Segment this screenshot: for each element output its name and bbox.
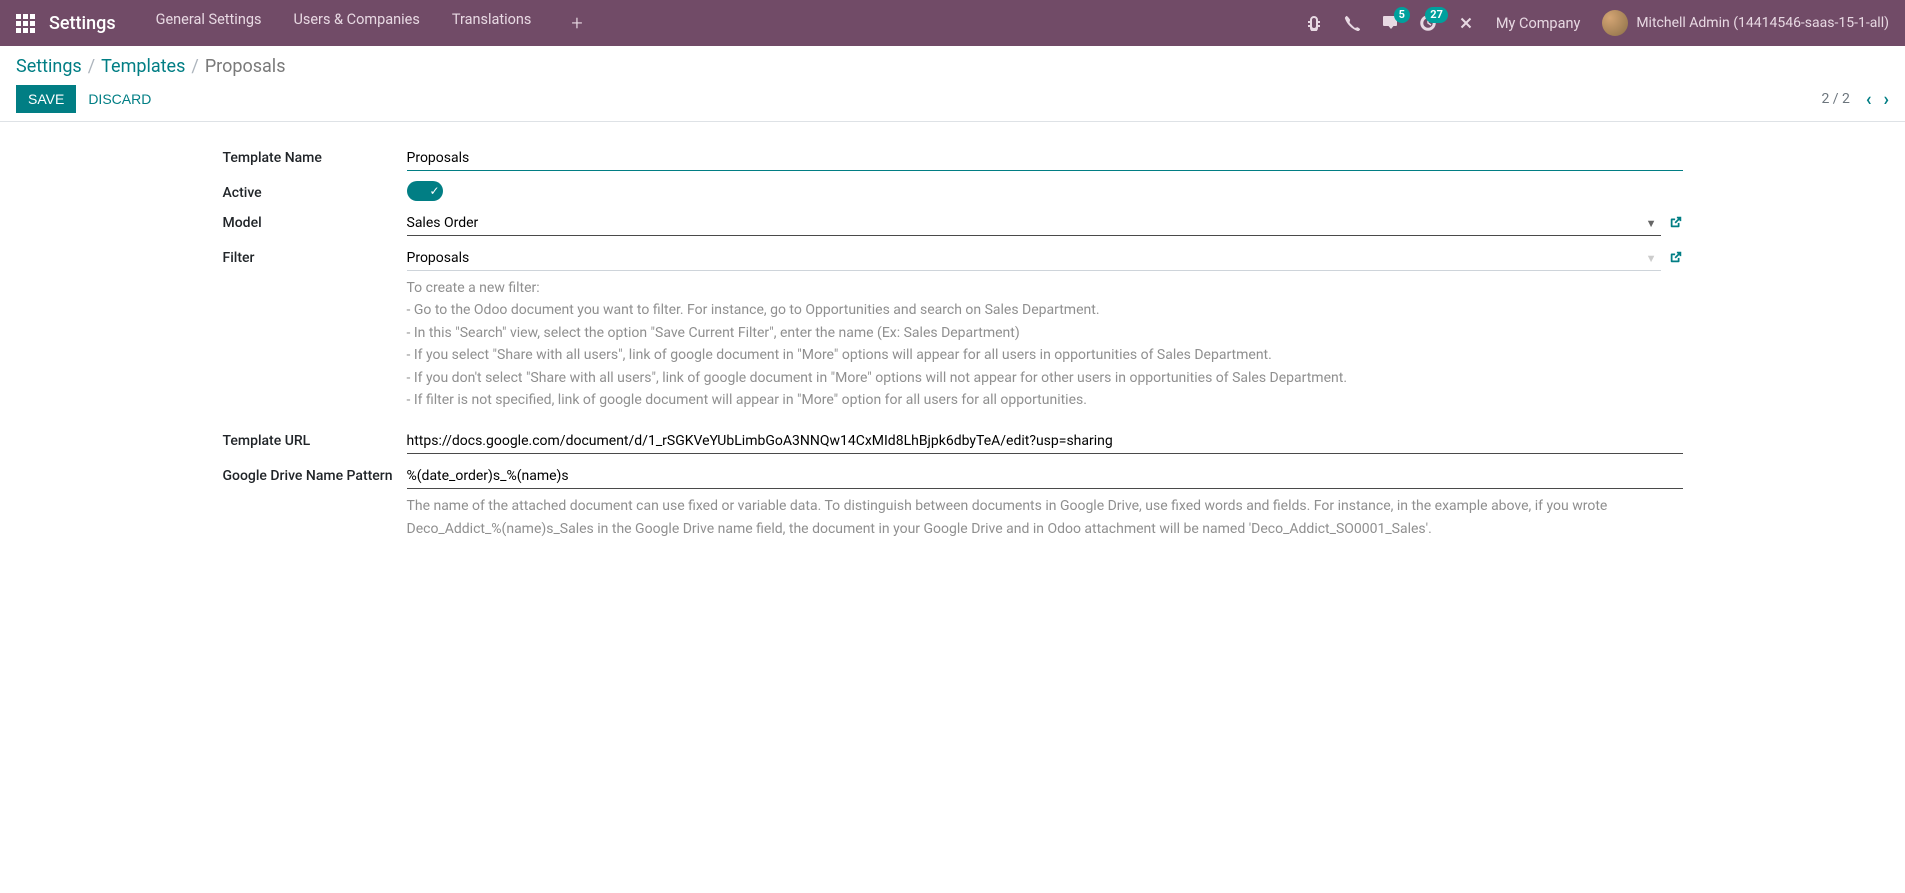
activities-icon[interactable]: 27	[1420, 15, 1436, 31]
pager-count[interactable]: 2 / 2	[1821, 91, 1849, 107]
apps-icon[interactable]	[16, 14, 35, 33]
chevron-down-icon[interactable]: ▼	[1646, 252, 1657, 265]
pager-prev-icon[interactable]: ‹	[1866, 89, 1872, 110]
label-template-name: Template Name	[223, 146, 407, 166]
label-name-pattern: Google Drive Name Pattern	[223, 464, 407, 484]
label-model: Model	[223, 211, 407, 231]
menu-translations[interactable]: Translations	[452, 11, 532, 35]
user-name: Mitchell Admin (14414546-saas-15-1-all)	[1636, 15, 1889, 31]
filter-external-link-icon[interactable]	[1669, 250, 1683, 268]
chevron-down-icon[interactable]: ▼	[1646, 217, 1657, 230]
check-icon: ✓	[429, 185, 439, 197]
phone-icon[interactable]	[1344, 15, 1360, 31]
model-external-link-icon[interactable]	[1669, 215, 1683, 233]
avatar	[1602, 10, 1628, 36]
menu-users-companies[interactable]: Users & Companies	[293, 11, 419, 35]
breadcrumb-parent[interactable]: Templates	[101, 56, 185, 77]
active-toggle[interactable]: ✓	[407, 181, 443, 201]
form-sheet: Template Name Active ✓ Model ▼ Filter	[207, 122, 1699, 574]
app-brand: Settings	[49, 13, 116, 34]
breadcrumb-root[interactable]: Settings	[16, 56, 82, 77]
messages-icon[interactable]: 5	[1382, 15, 1398, 31]
pager: 2 / 2 ‹ ›	[1821, 89, 1889, 110]
filter-field[interactable]	[407, 246, 1661, 271]
name-pattern-field[interactable]	[407, 464, 1683, 489]
label-active: Active	[223, 181, 407, 201]
debug-icon[interactable]	[1306, 15, 1322, 31]
activities-badge: 27	[1425, 7, 1448, 23]
user-menu[interactable]: Mitchell Admin (14414546-saas-15-1-all)	[1602, 10, 1889, 36]
tools-icon[interactable]	[1458, 15, 1474, 31]
label-filter: Filter	[223, 246, 407, 266]
template-url-field[interactable]	[407, 429, 1683, 454]
label-template-url: Template URL	[223, 429, 407, 449]
discard-button[interactable]: DISCARD	[88, 91, 151, 107]
navbar-right: 5 27 My Company Mitchell Admin (14414546…	[1306, 10, 1889, 36]
control-panel: Settings / Templates / Proposals SAVE DI…	[0, 46, 1905, 121]
save-button[interactable]: SAVE	[16, 85, 76, 113]
filter-help-text: To create a new filter: - Go to the Odoo…	[407, 277, 1683, 411]
top-menu: General Settings Users & Companies Trans…	[156, 11, 583, 35]
main-navbar: Settings General Settings Users & Compan…	[0, 0, 1905, 46]
pager-next-icon[interactable]: ›	[1884, 89, 1889, 110]
template-name-field[interactable]	[407, 146, 1683, 171]
model-field[interactable]	[407, 211, 1661, 236]
breadcrumb-current: Proposals	[205, 56, 286, 77]
pattern-help-text: The name of the attached document can us…	[407, 495, 1683, 540]
company-selector[interactable]: My Company	[1496, 15, 1580, 32]
messages-badge: 5	[1394, 7, 1410, 23]
breadcrumb: Settings / Templates / Proposals	[16, 56, 1889, 77]
menu-general-settings[interactable]: General Settings	[156, 11, 262, 35]
menu-plus-icon[interactable]: +	[571, 11, 582, 35]
